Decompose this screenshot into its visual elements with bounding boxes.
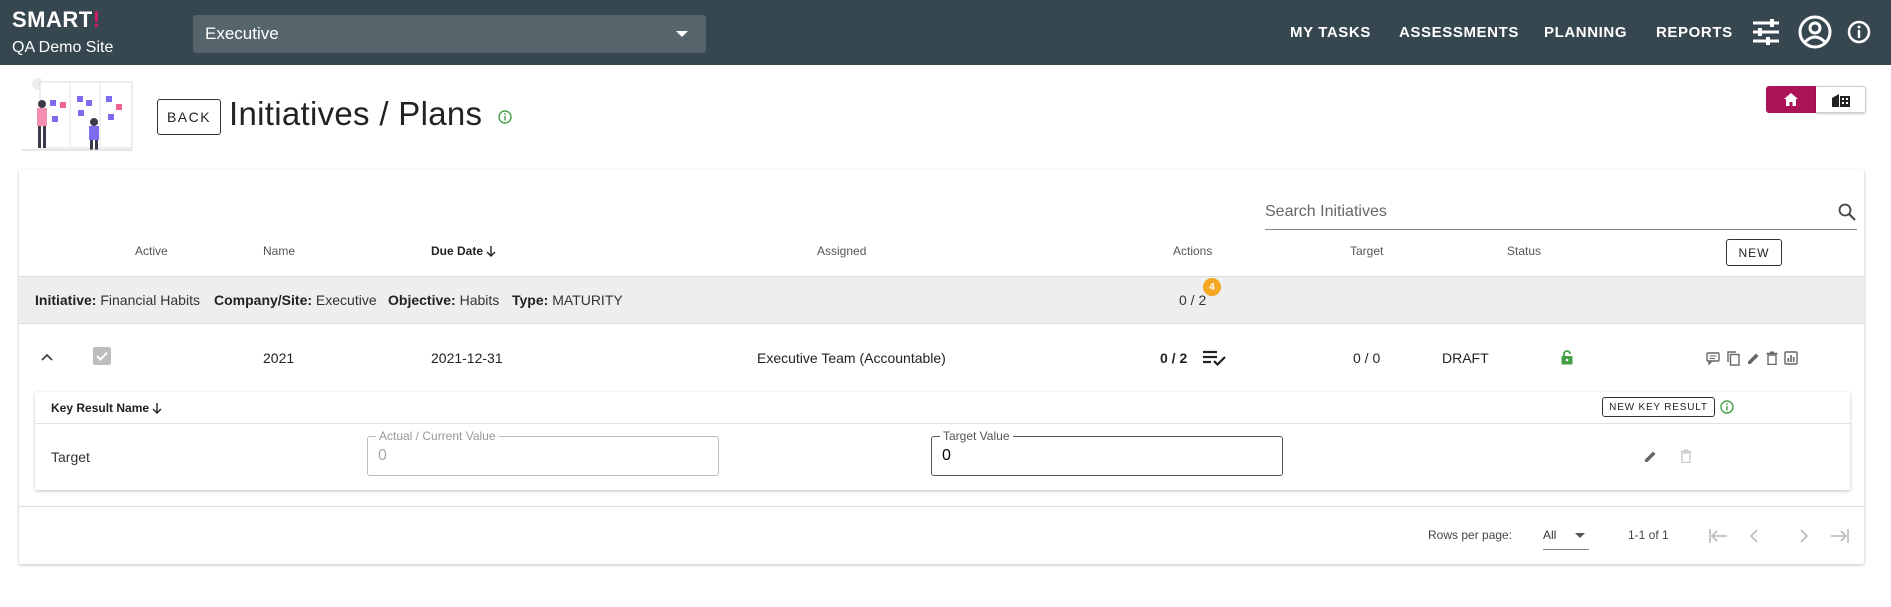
column-header-key-result-label: Key Result Name: [51, 401, 150, 415]
nav-my-tasks[interactable]: MY TASKS: [1290, 0, 1371, 65]
table-row[interactable]: 2021 2021-12-31 Executive Team (Accounta…: [19, 325, 1864, 390]
actual-value-label: Actual / Current Value: [376, 429, 499, 443]
site-selector-value: Executive: [205, 24, 279, 43]
nav-assessments[interactable]: ASSESSMENTS: [1399, 0, 1519, 65]
group-initiative: Initiative: Financial Habits: [35, 292, 200, 308]
target-value-field[interactable]: Target Value: [931, 429, 1283, 476]
next-page-icon[interactable]: [1792, 524, 1816, 548]
new-key-result-button[interactable]: NEW KEY RESULT: [1602, 397, 1715, 417]
column-header-due-date[interactable]: Due Date: [431, 244, 496, 258]
column-header-assigned[interactable]: Assigned: [817, 244, 866, 258]
home-icon: [1784, 93, 1798, 106]
arrow-down-icon: [152, 403, 162, 414]
edit-icon[interactable]: [1745, 350, 1761, 366]
chevron-up-icon[interactable]: [39, 349, 55, 365]
group-objective: Objective: Habits: [388, 292, 500, 308]
actions-badge: 4: [1203, 278, 1221, 296]
search-initiatives[interactable]: [1265, 197, 1857, 230]
group-company: Company/Site: Executive: [214, 292, 377, 308]
initiative-group-row: Initiative: Financial Habits Company/Sit…: [19, 276, 1864, 324]
actual-value-field[interactable]: Actual / Current Value: [367, 429, 719, 476]
edit-icon[interactable]: [1642, 448, 1658, 464]
rows-per-page-value: All: [1543, 528, 1557, 542]
actual-value-input[interactable]: [378, 447, 693, 465]
back-button[interactable]: BACK: [157, 99, 221, 135]
row-status: DRAFT: [1442, 350, 1489, 366]
divider: [19, 506, 1864, 507]
rows-per-page-label: Rows per page:: [1428, 528, 1513, 542]
previous-page-icon[interactable]: [1742, 524, 1766, 548]
target-value-input[interactable]: [942, 447, 1257, 465]
row-due-date: 2021-12-31: [431, 350, 503, 366]
key-result-name: Target: [51, 449, 90, 465]
column-header-status[interactable]: Status: [1507, 244, 1541, 258]
row-actions: 0 / 2: [1160, 350, 1188, 366]
site-name: QA Demo Site: [12, 39, 114, 56]
search-icon[interactable]: [1837, 202, 1857, 222]
comment-icon[interactable]: [1705, 350, 1721, 366]
chevron-down-icon: [676, 31, 688, 37]
column-header-actions[interactable]: Actions: [1173, 244, 1212, 258]
search-input[interactable]: [1265, 197, 1857, 227]
target-value-label: Target Value: [940, 429, 1013, 443]
arrow-down-icon: [486, 246, 496, 257]
column-header-target[interactable]: Target: [1350, 244, 1383, 258]
building-icon: [1831, 93, 1850, 107]
first-page-icon[interactable]: [1706, 524, 1730, 548]
chevron-down-icon: [1575, 533, 1585, 538]
column-header-key-result-name[interactable]: Key Result Name: [51, 401, 162, 415]
tune-icon[interactable]: [1751, 17, 1781, 47]
home-button[interactable]: [1766, 86, 1816, 113]
row-target: 0 / 0: [1353, 350, 1381, 366]
playlist-check-icon[interactable]: [1203, 349, 1227, 367]
active-checkbox[interactable]: [93, 347, 111, 365]
brand-logo: SMART!: [12, 7, 101, 32]
nav-planning[interactable]: PLANNING: [1544, 0, 1627, 65]
account-circle-icon[interactable]: [1798, 15, 1832, 49]
divider: [35, 423, 1850, 424]
nav-reports[interactable]: REPORTS: [1656, 0, 1733, 65]
copy-icon[interactable]: [1725, 350, 1741, 366]
row-assigned: Executive Team (Accountable): [757, 350, 946, 366]
group-type: Type: MATURITY: [512, 292, 623, 308]
row-name: 2021: [263, 350, 295, 366]
company-view-button[interactable]: [1816, 86, 1866, 113]
info-icon[interactable]: [498, 110, 512, 124]
last-page-icon[interactable]: [1828, 524, 1852, 548]
info-icon[interactable]: [1720, 400, 1734, 414]
column-header-active[interactable]: Active: [135, 244, 168, 258]
info-icon[interactable]: [1847, 20, 1871, 44]
group-actions-count: 0 / 2: [1179, 292, 1207, 308]
planning-illustration: [22, 78, 142, 158]
brand[interactable]: SMART! QA Demo Site: [12, 8, 113, 58]
column-header-due-date-label: Due Date: [431, 244, 484, 258]
column-header-name[interactable]: Name: [263, 244, 295, 258]
chart-box-icon[interactable]: [1783, 350, 1799, 366]
new-initiative-button[interactable]: NEW: [1726, 239, 1782, 266]
delete-icon: [1678, 448, 1694, 464]
lock-open-icon[interactable]: [1559, 349, 1575, 365]
site-selector[interactable]: Executive: [193, 15, 706, 53]
top-app-bar: SMART! QA Demo Site Executive MY TASKS A…: [0, 0, 1891, 65]
rows-per-page-select[interactable]: All: [1543, 525, 1589, 550]
delete-icon[interactable]: [1764, 350, 1780, 366]
page-title: Initiatives / Plans: [229, 95, 483, 132]
pagination-range: 1-1 of 1: [1628, 528, 1669, 542]
